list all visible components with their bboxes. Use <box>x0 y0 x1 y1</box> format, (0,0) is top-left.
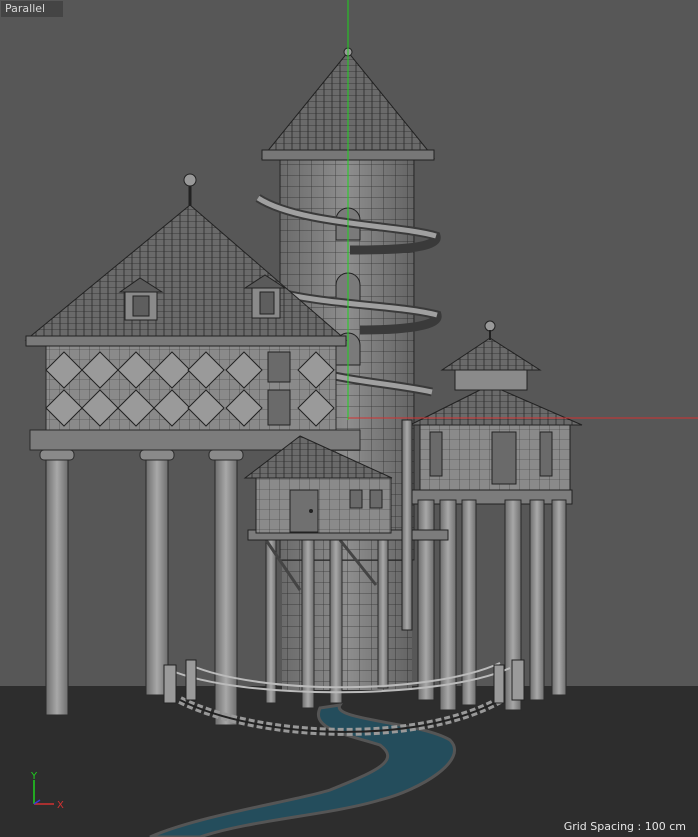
axis-y-label: Y <box>30 771 38 782</box>
ground-plane <box>0 686 698 837</box>
axis-x-label: X <box>57 800 64 811</box>
projection-label[interactable]: Parallel <box>1 1 63 17</box>
grid-spacing-readout: Grid Spacing : 100 cm <box>563 820 686 833</box>
gazebo-house <box>409 320 583 711</box>
scene-render[interactable]: Y X <box>0 0 698 837</box>
parallel-viewport[interactable]: Y X Parallel Grid Spacing : 100 cm <box>0 0 698 837</box>
